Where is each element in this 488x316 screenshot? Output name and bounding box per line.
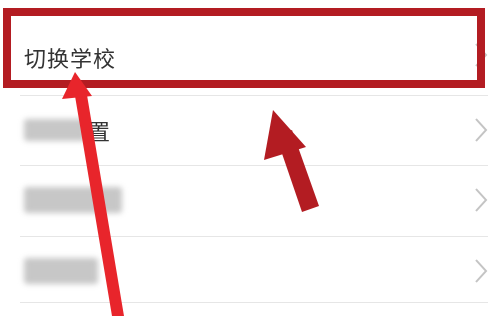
menu-item-obscured-3[interactable] [0, 165, 488, 237]
menu-item-label: 置 [88, 121, 112, 146]
obscured-text [24, 187, 122, 213]
obscured-text [24, 258, 98, 284]
menu-item-settings[interactable]: 置 [0, 95, 488, 167]
divider [20, 302, 488, 303]
chevron-right-icon [475, 43, 488, 67]
settings-screen: 切换学校 置 [0, 0, 488, 316]
obscured-text [24, 119, 86, 141]
chevron-right-icon [475, 259, 488, 283]
chevron-right-icon [475, 118, 488, 142]
menu-item-label: 切换学校 [24, 48, 117, 73]
menu-item-obscured-4[interactable] [0, 236, 488, 308]
menu-item-switch-school[interactable]: 切换学校 [0, 18, 488, 90]
chevron-right-icon [475, 188, 488, 212]
